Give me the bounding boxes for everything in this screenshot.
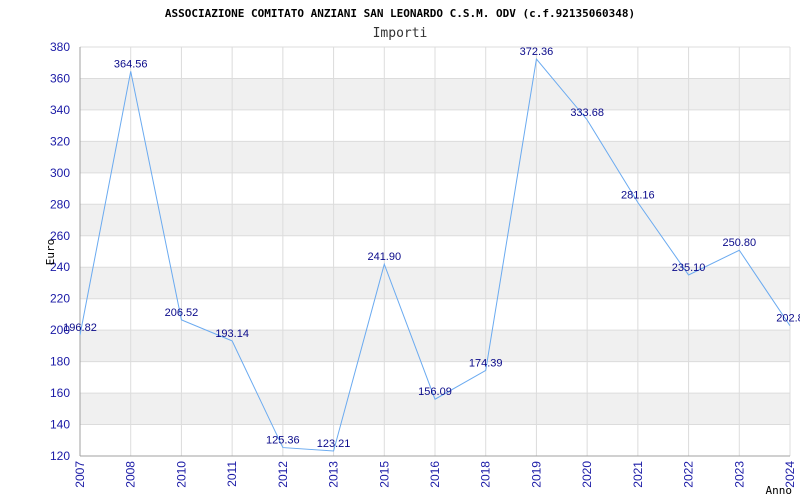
x-tick-label: 2013 (327, 461, 341, 488)
x-axis-label: Anno (766, 484, 793, 497)
x-tick-label: 2021 (631, 461, 645, 488)
y-tick-label: 280 (50, 197, 70, 211)
data-label: 156.09 (418, 386, 452, 398)
x-axis-ticks: 2007 2008 2010 2011 2012 2013 2015 2016 2018 2019… (73, 461, 797, 488)
data-label: 333.68 (570, 107, 604, 119)
data-label: 364.56 (114, 58, 148, 70)
data-label: 202.8 (776, 313, 800, 325)
x-tick-label: 2020 (580, 461, 594, 488)
data-label: 241.90 (367, 251, 401, 263)
data-label: 206.52 (165, 307, 199, 319)
data-label: 193.14 (215, 328, 249, 340)
y-tick-label: 160 (50, 386, 70, 400)
x-tick-label: 2022 (682, 461, 696, 488)
data-label: 174.39 (469, 357, 503, 369)
data-label: 125.36 (266, 435, 300, 447)
chart-container: ASSOCIAZIONE COMITATO ANZIANI SAN LEONAR… (0, 0, 800, 500)
x-tick-label: 2019 (529, 461, 543, 488)
y-tick-label: 140 (50, 418, 70, 432)
x-tick-label: 2016 (428, 461, 442, 488)
y-tick-label: 320 (50, 134, 70, 148)
data-label: 123.21 (317, 438, 351, 450)
x-tick-label: 2011 (225, 461, 239, 487)
y-tick-label: 340 (50, 103, 70, 117)
y-tick-label: 120 (50, 449, 70, 463)
x-tick-label: 2012 (276, 461, 290, 488)
y-axis-label: Euro (44, 239, 57, 266)
data-label: 281.16 (621, 189, 655, 201)
data-label: 196.82 (63, 322, 97, 334)
y-tick-label: 380 (50, 40, 70, 54)
data-label: 235.10 (672, 262, 706, 274)
x-tick-label: 2015 (377, 461, 391, 488)
y-tick-label: 180 (50, 355, 70, 369)
data-label: 250.80 (722, 237, 756, 249)
x-tick-label: 2010 (174, 461, 188, 488)
x-tick-label: 2008 (124, 461, 138, 488)
x-tick-label: 2007 (73, 461, 87, 488)
chart-title: ASSOCIAZIONE COMITATO ANZIANI SAN LEONAR… (165, 7, 635, 20)
y-tick-label: 300 (50, 166, 70, 180)
chart-subtitle: Importi (373, 26, 428, 41)
x-tick-label: 2018 (479, 461, 493, 488)
line-chart: ASSOCIAZIONE COMITATO ANZIANI SAN LEONAR… (44, 7, 800, 497)
y-tick-label: 360 (50, 71, 70, 85)
x-tick-label: 2023 (732, 461, 746, 488)
y-tick-label: 220 (50, 292, 70, 306)
data-label: 372.36 (520, 46, 554, 58)
